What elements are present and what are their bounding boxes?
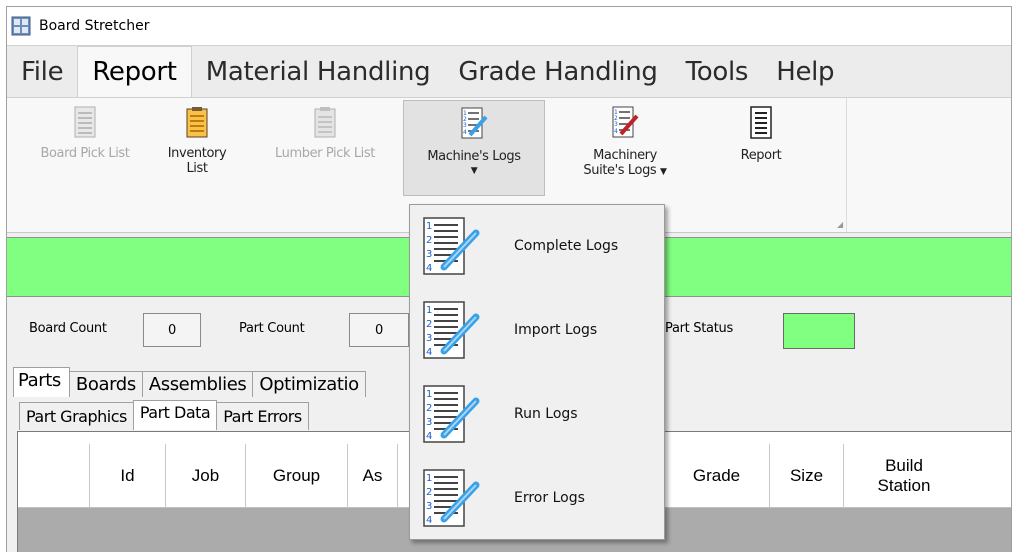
chevron-down-icon: ▼: [470, 166, 478, 176]
board-count-field: 0: [143, 313, 201, 347]
board-count-value: 0: [168, 322, 176, 338]
svg-text:3: 3: [426, 249, 432, 260]
board-pick-list-icon: [74, 106, 96, 138]
svg-text:4: 4: [426, 431, 432, 442]
inventory-list-label-2: List: [186, 161, 208, 176]
grid-header-size[interactable]: Size: [770, 444, 844, 507]
board-pick-list-button[interactable]: Board Pick List: [29, 100, 141, 196]
resize-grip-icon: ◢: [837, 220, 844, 229]
machines-logs-label: Machine's Logs: [427, 149, 521, 164]
error-logs-label: Error Logs: [514, 490, 585, 506]
menu-tools[interactable]: Tools: [672, 46, 763, 97]
report-icon: [750, 106, 772, 139]
tab-parts[interactable]: Parts: [13, 367, 70, 397]
log-list-icon: 1 2 3 4: [423, 385, 480, 443]
grid-header-grade[interactable]: Grade: [664, 444, 770, 507]
menu-item-complete-logs[interactable]: 1 2 3 4 Complete Logs: [410, 205, 664, 287]
svg-text:4: 4: [614, 128, 618, 135]
svg-text:2: 2: [426, 403, 432, 414]
grid-header-job[interactable]: Job: [166, 444, 246, 507]
run-logs-label: Run Logs: [514, 406, 578, 422]
machines-logs-button[interactable]: 1 2 3 4 Machine's Logs ▼: [403, 100, 545, 196]
log-list-icon: 1 2 3 4: [423, 469, 480, 527]
board-count-label: Board Count: [29, 321, 107, 336]
window-title: Board Stretcher: [39, 18, 150, 34]
svg-text:2: 2: [426, 319, 432, 330]
app-window: Board Stretcher File Report Material Han…: [6, 6, 1012, 552]
log-list-icon: 1 2 3 4: [423, 217, 480, 275]
svg-text:1: 1: [426, 389, 432, 400]
machinery-suite-logs-label-2-text: Suite's Logs: [583, 163, 657, 178]
svg-text:2: 2: [426, 487, 432, 498]
svg-text:3: 3: [426, 417, 432, 428]
part-count-value: 0: [375, 322, 383, 338]
inventory-list-button[interactable]: Inventory List: [149, 100, 245, 196]
lumber-pick-list-label: Lumber Pick List: [275, 146, 375, 161]
menu-item-error-logs[interactable]: 1 2 3 4 Error Logs: [410, 457, 664, 539]
grid-header-id[interactable]: Id: [90, 444, 166, 507]
menu-item-import-logs[interactable]: 1 2 3 4 Import Logs: [410, 289, 664, 371]
menu-material-handling[interactable]: Material Handling: [192, 46, 445, 97]
grid-header-build-station-label: Build Station: [877, 455, 931, 495]
svg-text:4: 4: [426, 515, 432, 526]
report-button[interactable]: Report: [719, 100, 803, 196]
svg-text:2: 2: [426, 235, 432, 246]
report-label: Report: [740, 148, 782, 163]
tab-part-data[interactable]: Part Data: [132, 400, 218, 430]
svg-text:4: 4: [426, 347, 432, 358]
machinery-suite-logs-icon: 1 2 3 4: [612, 106, 639, 138]
grid-header-selector[interactable]: [18, 444, 90, 507]
board-pick-list-label: Board Pick List: [40, 146, 130, 161]
menu-item-run-logs[interactable]: 1 2 3 4 Run Logs: [410, 373, 664, 455]
svg-text:4: 4: [426, 263, 432, 274]
inventory-list-label-1: Inventory: [167, 146, 227, 161]
tab-assemblies[interactable]: Assemblies: [141, 371, 254, 397]
part-status-label: Part Status: [665, 321, 733, 336]
machines-logs-icon: 1 2 3 4: [461, 107, 488, 139]
lumber-pick-list-button[interactable]: Lumber Pick List: [261, 100, 389, 196]
complete-logs-label: Complete Logs: [514, 238, 619, 254]
svg-text:3: 3: [463, 122, 467, 129]
grid-header-assembly[interactable]: As: [348, 444, 398, 507]
menu-bar: File Report Material Handling Grade Hand…: [7, 45, 1011, 97]
svg-text:1: 1: [426, 305, 432, 316]
chevron-down-icon: ▼: [660, 167, 667, 177]
tab-part-graphics[interactable]: Part Graphics: [19, 402, 134, 430]
menu-file[interactable]: File: [7, 46, 77, 97]
lumber-pick-list-icon: [314, 107, 336, 138]
part-status-indicator: [783, 313, 855, 349]
menu-report[interactable]: Report: [77, 46, 192, 97]
svg-text:3: 3: [426, 501, 432, 512]
grid-header-group[interactable]: Group: [246, 444, 348, 507]
main-tabs: Parts Boards Assemblies Optimizatio: [13, 367, 366, 397]
svg-text:3: 3: [426, 333, 432, 344]
title-bar: Board Stretcher: [7, 7, 1011, 45]
tab-part-errors[interactable]: Part Errors: [216, 402, 309, 430]
svg-text:4: 4: [463, 129, 467, 136]
log-list-icon: 1 2 3 4: [423, 301, 480, 359]
menu-grade-handling[interactable]: Grade Handling: [444, 46, 671, 97]
svg-text:1: 1: [426, 473, 432, 484]
machinery-suite-logs-button[interactable]: 1 2 3 4 Machinery Suite's Logs ▼: [567, 100, 683, 196]
svg-text:1: 1: [426, 221, 432, 232]
menu-help[interactable]: Help: [762, 46, 848, 97]
app-icon: [11, 16, 31, 36]
machines-logs-dropdown: 1 2 3 4 Complete Logs 1 2 3 4 Import Log…: [409, 204, 665, 540]
part-count-label: Part Count: [239, 321, 305, 336]
svg-text:3: 3: [614, 121, 618, 128]
machinery-suite-logs-label-2: Suite's Logs ▼: [583, 163, 667, 180]
grid-header-build-station[interactable]: Build Station: [844, 444, 964, 507]
import-logs-label: Import Logs: [514, 322, 598, 338]
sub-tabs: Part Graphics Part Data Part Errors: [19, 400, 309, 430]
part-count-field: 0: [349, 313, 409, 347]
machinery-suite-logs-label-1: Machinery: [593, 148, 657, 163]
tab-optimization[interactable]: Optimizatio: [252, 371, 366, 397]
inventory-list-icon: [186, 107, 208, 138]
tab-boards[interactable]: Boards: [68, 371, 143, 397]
